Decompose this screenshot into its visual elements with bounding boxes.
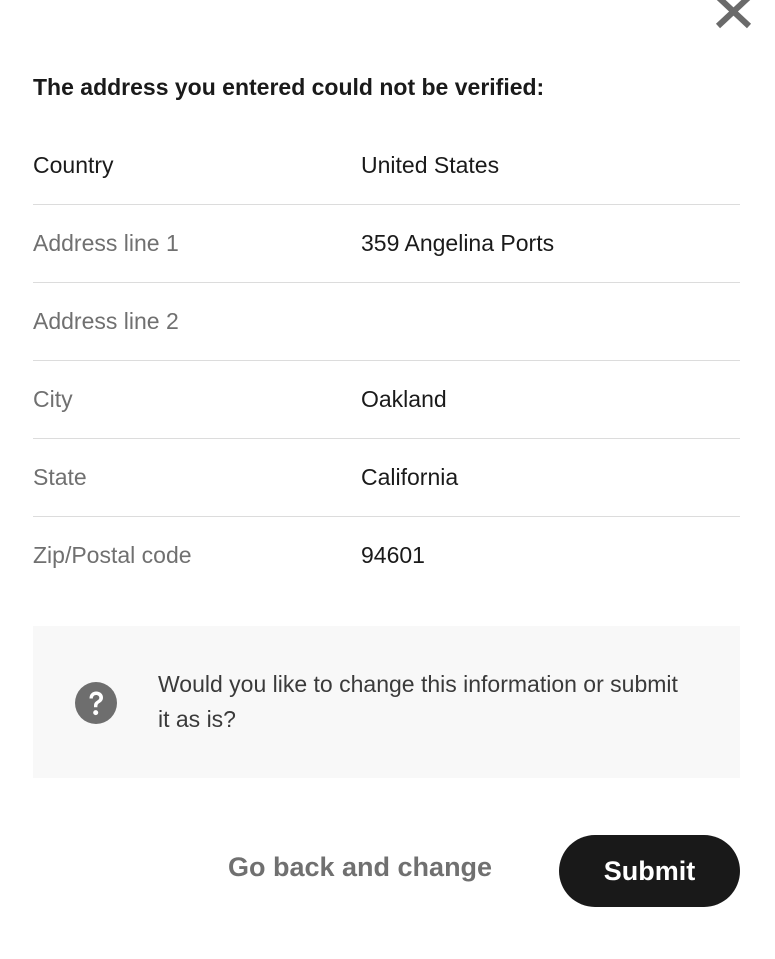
city-label: City	[33, 386, 73, 412]
close-button[interactable]	[712, 0, 754, 34]
state-value: California	[361, 464, 459, 490]
close-icon	[712, 0, 754, 34]
address-row-state: State California	[33, 439, 740, 517]
country-label: Country	[33, 152, 114, 178]
dialog-heading: The address you entered could not be ver…	[33, 74, 545, 100]
address-line2-label: Address line 2	[33, 308, 179, 334]
address-row-line2: Address line 2	[33, 283, 740, 361]
zip-value: 94601	[361, 542, 425, 568]
address-row-line1: Address line 1 359 Angelina Ports	[33, 205, 740, 283]
question-circle-icon	[75, 682, 117, 724]
address-table: Country United States Address line 1 359…	[33, 127, 740, 594]
confirmation-notice: Would you like to change this informatio…	[33, 626, 740, 778]
address-row-country: Country United States	[33, 127, 740, 205]
go-back-button[interactable]: Go back and change	[228, 852, 492, 883]
zip-label: Zip/Postal code	[33, 542, 192, 568]
submit-button[interactable]: Submit	[559, 835, 740, 907]
address-line1-value: 359 Angelina Ports	[361, 230, 555, 256]
address-line1-label: Address line 1	[33, 230, 179, 256]
address-row-city: City Oakland	[33, 361, 740, 439]
city-value: Oakland	[361, 386, 447, 412]
address-row-zip: Zip/Postal code 94601	[33, 517, 740, 594]
country-value: United States	[361, 152, 500, 178]
state-label: State	[33, 464, 87, 490]
notice-text: Would you like to change this informatio…	[158, 671, 678, 732]
